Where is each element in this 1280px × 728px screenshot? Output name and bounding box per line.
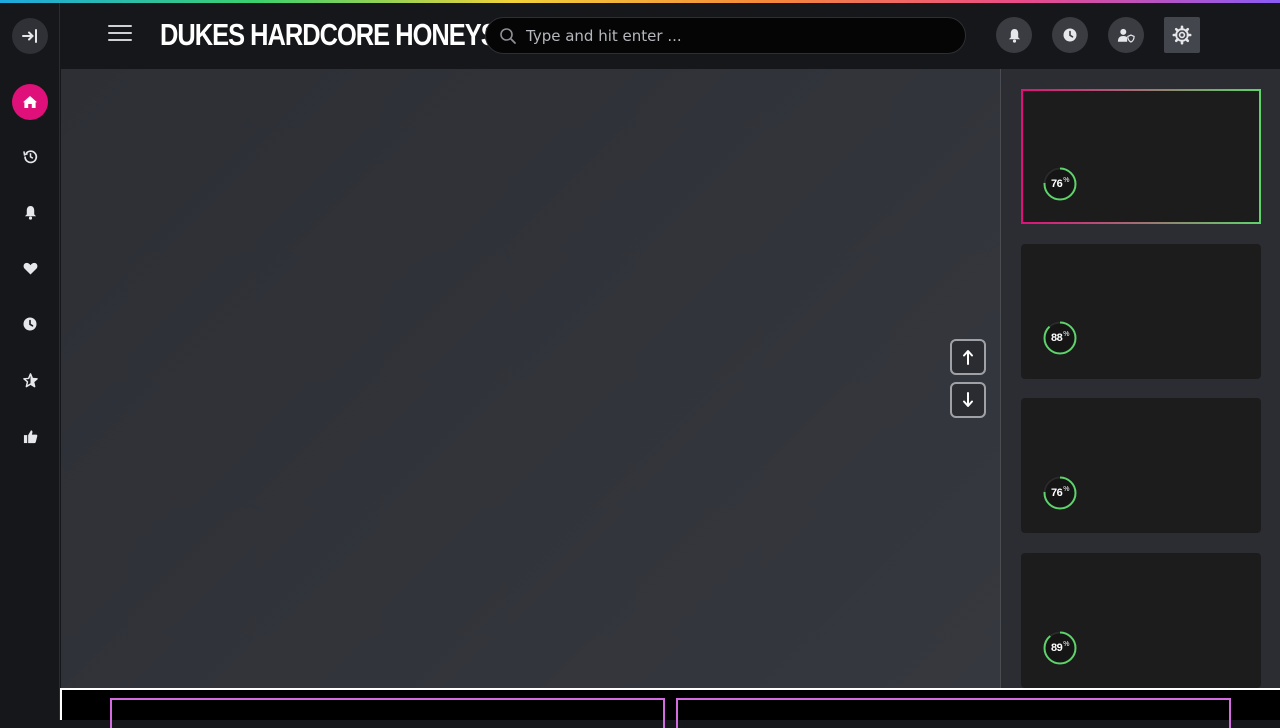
nav-history[interactable] (20, 146, 40, 166)
scroll-down-button[interactable] (950, 382, 986, 418)
hamburger-line (108, 25, 132, 27)
search-box (485, 17, 966, 54)
collapse-sidebar-button[interactable] (12, 18, 48, 54)
nav-top-rated[interactable] (20, 370, 40, 390)
video-card[interactable]: 88% (1021, 244, 1261, 379)
gear-icon (1172, 25, 1192, 45)
rating-badge: 89% (1043, 631, 1077, 665)
promo-box[interactable] (110, 698, 665, 728)
nav-notifications[interactable] (20, 202, 40, 222)
hamburger-line (108, 32, 132, 34)
search-input[interactable] (526, 18, 946, 53)
notifications-button[interactable] (996, 17, 1032, 53)
nav-favorites[interactable] (20, 258, 40, 278)
history-icon (22, 149, 37, 163)
rating-value: 89% (1051, 640, 1069, 655)
top-bar: DUKES HARDCORE HONEYS (60, 3, 1280, 69)
arrow-down-icon (963, 392, 973, 407)
settings-button[interactable] (1164, 17, 1200, 53)
heart-icon (23, 262, 37, 275)
video-card[interactable]: 76% (1021, 398, 1261, 533)
rating-value: 76% (1051, 176, 1069, 191)
video-card[interactable]: 89% (1021, 553, 1261, 688)
account-button[interactable] (1108, 17, 1144, 53)
rating-badge: 76% (1043, 167, 1077, 201)
site-logo[interactable]: DUKES HARDCORE HONEYS (160, 17, 498, 53)
search-icon (500, 28, 516, 44)
nav-watch-later[interactable] (20, 314, 40, 334)
menu-toggle-button[interactable] (108, 25, 132, 45)
rating-value: 76% (1051, 485, 1069, 500)
rating-badge: 88% (1043, 321, 1077, 355)
clock-icon (23, 317, 37, 331)
user-shield-icon (1117, 28, 1135, 43)
bell-icon (24, 205, 36, 220)
nav-home-button[interactable] (12, 84, 48, 120)
related-videos-panel: 76% 88% 76% 89% (1000, 69, 1280, 688)
nav-liked[interactable] (20, 426, 40, 446)
bottom-banner-strip (60, 688, 1280, 728)
video-player-area[interactable] (61, 69, 1000, 688)
left-sidebar (0, 3, 60, 720)
rating-value: 88% (1051, 330, 1069, 345)
promo-box[interactable] (676, 698, 1231, 728)
scroll-up-button[interactable] (950, 339, 986, 375)
home-icon (23, 96, 37, 108)
hamburger-line (108, 39, 132, 41)
arrow-up-icon (963, 350, 973, 365)
star-icon (22, 372, 38, 387)
rating-badge: 76% (1043, 476, 1077, 510)
video-card[interactable]: 76% (1021, 89, 1261, 224)
history-button[interactable] (1052, 17, 1088, 53)
bell-icon (1008, 28, 1020, 43)
clock-icon (1063, 28, 1077, 42)
thumbs-up-icon (23, 429, 37, 443)
sign-in-icon (22, 29, 37, 43)
